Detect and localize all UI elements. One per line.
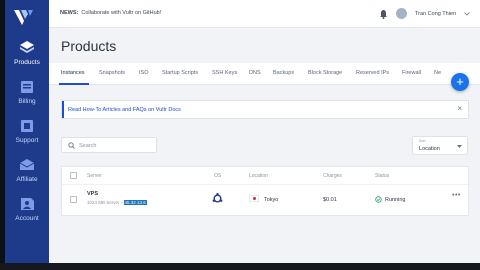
server-status: Running [385,197,406,203]
tab-iso[interactable]: ISO [139,70,148,76]
search-input[interactable]: Search [61,137,157,153]
user-menu: Tran Cong Thien [379,8,470,19]
tab-network[interactable]: Ne [434,70,441,76]
sidebar-item-label: Affiliate [16,176,38,183]
sidebar-item-support[interactable]: Support [5,118,49,158]
server-description: 1024 MB Server - 45.32.13.6 [87,200,147,205]
sidebar-item-label: Support [15,137,39,144]
tab-reserved-ips[interactable]: Reserved IPs [356,70,389,76]
server-charges: $0.01 [323,197,337,203]
running-status-icon [375,196,382,203]
tab-instances[interactable]: Instances [61,70,85,76]
top-bar: NEWS: Collaborate with Vultr on GitHub! T… [49,0,480,28]
sidebar-item-label: Products [14,59,40,66]
close-icon[interactable]: × [457,104,462,113]
ubuntu-icon [212,193,223,203]
column-header-server: Server [87,173,102,179]
search-icon [68,142,75,149]
avatar[interactable] [396,8,408,19]
column-header-charges: Charges [323,173,342,179]
billing-icon [21,81,33,93]
column-header-os: OS [214,173,222,179]
news-label: NEWS: [60,10,79,16]
video-bottom-border [0,263,480,270]
add-product-button[interactable]: + [451,73,469,91]
sidebar-item-products[interactable]: Products [5,40,49,80]
sidebar-item-label: Account [15,215,39,222]
sidebar-item-affiliate[interactable]: Affiliate [5,157,49,197]
tab-dns[interactable]: DNS [249,70,261,76]
chevron-down-icon[interactable] [464,11,470,16]
search-placeholder: Search [79,143,97,149]
tab-block-storage[interactable]: Block Storage [308,70,342,76]
news-text: Collaborate with Vultr on GitHub! [81,10,162,16]
tab-startup-scripts[interactable]: Startup Scripts [162,70,198,76]
column-header-status: Status [375,173,390,179]
chevron-down-icon [457,145,462,148]
tab-backups[interactable]: Backups [273,70,294,76]
servers-table: Server OS Location Charges Status VPS 10… [61,166,469,216]
header-divider [62,184,468,185]
bell-icon[interactable] [379,9,388,19]
products-icon [20,41,34,53]
sidebar-item-label: Billing [18,98,36,105]
tab-ssh-keys[interactable]: SSH Keys [212,70,237,76]
sidebar-item-account[interactable]: Account [5,196,49,236]
server-location: Tokyo [264,197,279,203]
row-checkbox[interactable] [70,196,77,203]
banner-accent-bar [62,101,64,118]
tab-bar: Instances Snapshots ISO Startup Scripts … [49,63,480,85]
sidebar-item-billing[interactable]: Billing [5,79,49,119]
docs-banner: Read How-To Articles and FAQs on Vultr D… [61,100,469,119]
support-icon [21,120,33,132]
page-title: Products [61,38,117,54]
more-options-icon[interactable]: ••• [452,192,461,199]
active-tab-indicator [59,83,89,85]
select-all-checkbox[interactable] [70,172,77,179]
column-header-location: Location [249,173,268,179]
sort-value: Location [419,146,440,152]
sidebar: Products Billing Support Affiliate Accou… [5,0,49,263]
vultr-logo[interactable] [12,8,36,30]
tab-snapshots[interactable]: Snapshots [99,70,125,76]
japan-flag-icon [249,195,259,202]
news-ticker[interactable]: NEWS: Collaborate with Vultr on GitHub! [60,10,161,16]
server-ip[interactable]: 45.32.13.6 [123,200,147,205]
server-name[interactable]: VPS [87,191,98,197]
docs-link[interactable]: Read How-To Articles and FAQs on Vultr D… [68,107,181,113]
user-name[interactable]: Tran Cong Thien [415,11,456,17]
server-spec: 1024 MB Server - [87,200,124,205]
account-icon [21,198,34,210]
sort-caption: Sort [419,139,426,143]
tab-firewall[interactable]: Firewall [402,70,421,76]
affiliate-icon [19,159,35,170]
sort-select[interactable]: Sort Location [412,136,468,155]
